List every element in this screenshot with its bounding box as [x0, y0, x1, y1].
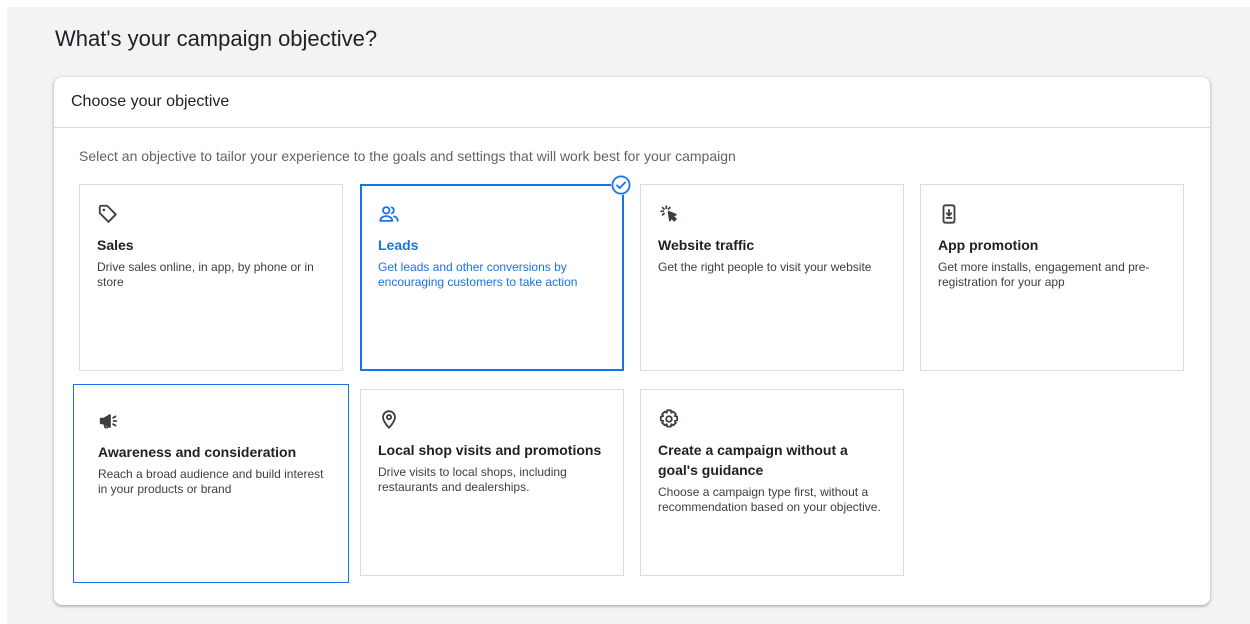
people-icon [378, 203, 400, 225]
objective-tile-sales[interactable]: Sales Drive sales online, in app, by pho… [79, 184, 343, 371]
card-header: Choose your objective [54, 77, 1210, 128]
objective-description: Drive visits to local shops, including r… [378, 465, 567, 494]
location-pin-icon [378, 408, 400, 430]
objective-description: Get more installs, engagement and pre-re… [938, 260, 1150, 289]
cursor-click-icon [658, 203, 680, 225]
objective-description: Get the right people to visit your websi… [658, 260, 872, 274]
objective-title: Awareness and consideration [98, 444, 297, 460]
objective-tile-website-traffic[interactable]: Website traffic Get the right people to … [640, 184, 904, 371]
objective-title: Sales [97, 237, 134, 253]
objective-title: App promotion [938, 237, 1039, 253]
page: What's your campaign objective? Choose y… [7, 7, 1250, 624]
card-header-title: Choose your objective [71, 93, 230, 110]
objective-tile-no-goal[interactable]: Create a campaign without a goal's guida… [640, 389, 904, 576]
objective-tile-awareness[interactable]: Awareness and consideration Reach a broa… [73, 384, 349, 583]
selected-check-icon [611, 175, 631, 195]
megaphone-icon [98, 410, 120, 432]
objective-description: Reach a broad audience and build interes… [98, 467, 324, 496]
objective-tile-local-shop[interactable]: Local shop visits and promotions Drive v… [360, 389, 624, 576]
gear-icon [658, 408, 680, 430]
tag-icon [97, 203, 119, 225]
page-title: What's your campaign objective? [55, 26, 378, 51]
objective-title: Local shop visits and promotions [378, 442, 602, 458]
objective-title: Create a campaign without a goal's guida… [658, 442, 848, 478]
objective-tile-leads[interactable]: Leads Get leads and other conversions by… [360, 175, 631, 371]
card-subtitle: Select an objective to tailor your exper… [79, 148, 736, 164]
objective-title: Leads [378, 237, 419, 253]
phone-download-icon [938, 203, 960, 225]
objective-title: Website traffic [658, 237, 755, 253]
objective-card: Choose your objective Select an objectiv… [54, 77, 1210, 605]
objective-description: Get leads and other conversions by encou… [378, 260, 578, 289]
objective-tile-app-promotion[interactable]: App promotion Get more installs, engagem… [920, 184, 1184, 371]
objective-description: Choose a campaign type first, without a … [658, 485, 881, 514]
objective-description: Drive sales online, in app, by phone or … [97, 260, 314, 289]
